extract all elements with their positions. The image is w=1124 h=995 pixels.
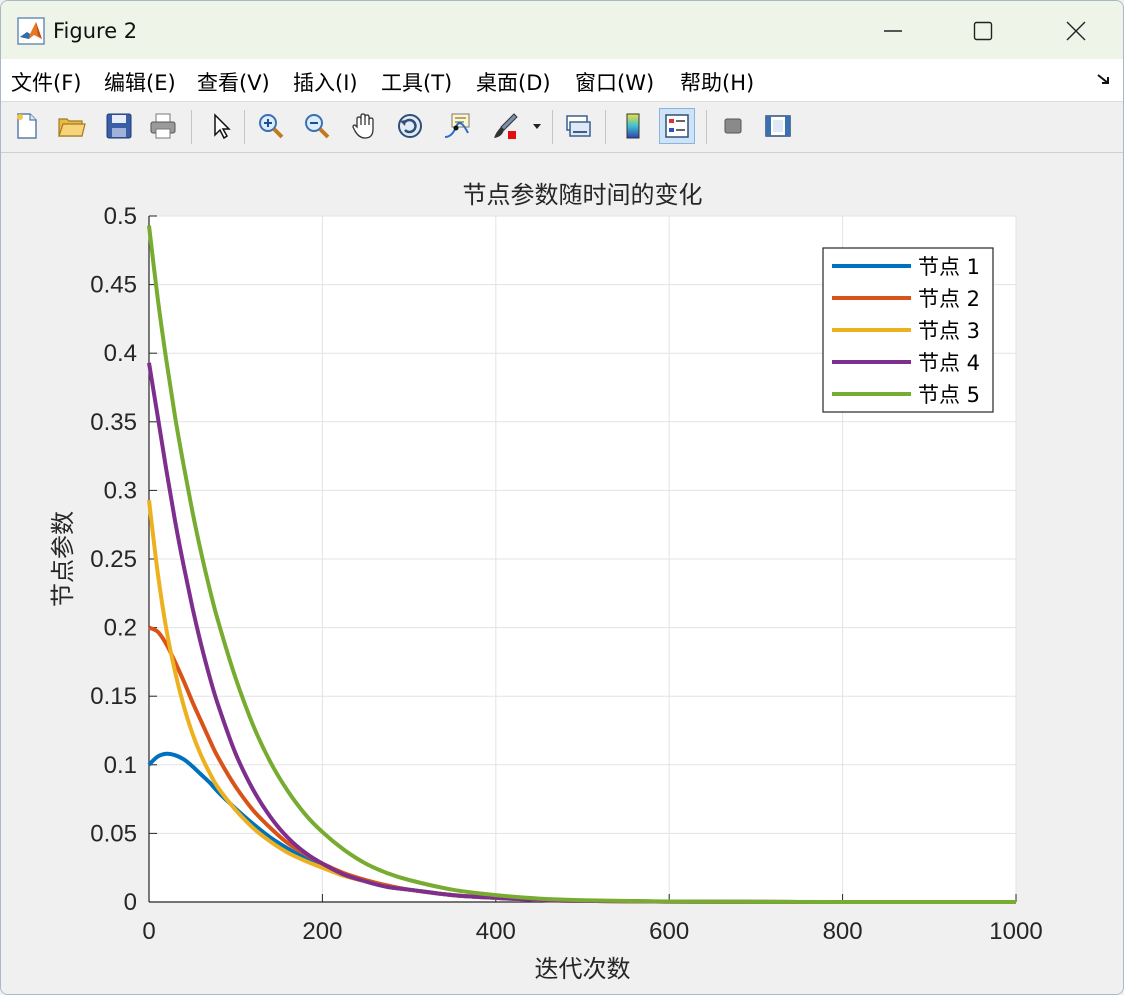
x-tick-labels: 0 200 400 600 800 1000 [142,918,1042,945]
show-plot-tools-icon [765,115,791,137]
maximize-button[interactable] [951,9,1015,53]
toolbar-separator [605,110,606,144]
close-icon [1066,21,1086,41]
menu-edit[interactable]: 编辑(E) [104,67,176,97]
new-figure-button[interactable] [9,108,45,144]
brush-icon [494,113,518,139]
line-chart[interactable]: 0 0.05 0.1 0.15 0.2 0.25 0.3 0.35 0.4 0.45 0.5 0 20… [1,153,1123,994]
open-button[interactable] [53,108,89,144]
y-tick-label: 0 [124,889,137,916]
y-tick-labels: 0 0.05 0.1 0.15 0.2 0.25 0.3 0.35 0.4 0.45 0.5 [90,203,137,916]
y-tick-label: 0.35 [90,409,137,436]
y-tick-label: 0.4 [104,340,137,367]
pan-hand-icon [352,113,374,139]
menu-insert[interactable]: 插入(I) [293,67,358,97]
link-plot-icon [566,115,591,137]
link-plot-button[interactable] [560,108,596,144]
matlab-logo-icon [17,17,45,45]
menu-help[interactable]: 帮助(H) [680,67,754,97]
x-axis-label: 迭代次数 [535,955,631,983]
y-tick-label: 0.3 [104,477,137,504]
maximize-icon [973,21,993,41]
y-axis-label: 节点参数 [49,511,77,607]
show-plot-tools-button[interactable] [760,108,796,144]
open-folder-icon [58,118,86,137]
menu-tools[interactable]: 工具(T) [381,67,452,97]
y-tick-label: 0.2 [104,615,137,642]
y-tick-label: 0.5 [104,203,137,230]
x-tick-label: 400 [476,918,516,945]
zoom-out-button[interactable] [299,108,335,144]
chart-title: 节点参数随时间的变化 [463,181,703,209]
legend-entry: 节点 3 [918,319,980,343]
print-icon [150,113,176,139]
y-tick-label: 0.15 [90,683,137,710]
menu-desktop[interactable]: 桌面(D) [476,67,551,97]
minimize-button[interactable] [861,9,925,53]
zoom-in-button[interactable] [253,108,289,144]
data-cursor-icon [444,113,470,138]
print-button[interactable] [145,108,181,144]
rotate-button[interactable] [392,108,428,144]
legend-button[interactable] [659,108,695,144]
x-tick-label: 1000 [989,918,1042,945]
toolbar-separator [706,110,707,144]
x-tick-label: 800 [823,918,863,945]
toolbar-separator [552,110,553,144]
edit-plot-button[interactable] [202,108,238,144]
toolbar-separator [191,110,192,144]
x-tick-label: 600 [649,918,689,945]
zoom-in-icon [259,114,284,139]
colorbar-button[interactable] [615,108,651,144]
y-tick-label: 0.25 [90,546,137,573]
dock-arrow-icon[interactable] [1095,71,1113,89]
legend-entry: 节点 1 [918,255,980,279]
figure-canvas: 0 0.05 0.1 0.15 0.2 0.25 0.3 0.35 0.4 0.45 0.5 0 20… [1,153,1123,994]
legend-entry: 节点 5 [918,383,980,407]
legend-entry: 节点 2 [918,287,980,311]
close-button[interactable] [1044,9,1108,53]
colorbar-icon [626,113,640,139]
data-tips-button[interactable] [439,108,475,144]
figure-toolbar [1,102,1123,153]
save-button[interactable] [101,108,137,144]
menu-bar: 文件(F) 编辑(E) 查看(V) 插入(I) 工具(T) 桌面(D) 窗口(W… [1,59,1123,102]
y-tick-label: 0.45 [90,272,137,299]
y-tick-label: 0.05 [90,820,137,847]
zoom-out-icon [305,114,330,139]
title-bar[interactable]: Figure 2 [1,1,1123,59]
menu-view[interactable]: 查看(V) [197,67,270,97]
toolbar-separator [244,110,245,144]
rotate-3d-icon [398,114,422,138]
menu-window[interactable]: 窗口(W) [575,67,654,97]
y-tick-label: 0.1 [104,752,137,779]
pan-button[interactable] [346,108,382,144]
pointer-icon [214,113,231,140]
window-title: Figure 2 [53,19,138,43]
legend[interactable]: 节点 1 节点 2 节点 3 节点 4 节点 5 [822,247,994,413]
brush-dropdown-button[interactable] [529,108,545,144]
hide-plot-tools-button[interactable] [715,108,751,144]
brush-button[interactable] [487,108,523,144]
save-icon [106,113,132,139]
menu-file[interactable]: 文件(F) [11,67,81,97]
new-figure-icon [17,113,37,139]
minimize-icon [884,30,902,32]
x-tick-label: 0 [142,918,155,945]
x-tick-label: 200 [302,918,342,945]
legend-entry: 节点 4 [918,351,980,375]
dropdown-arrow-icon [533,124,541,129]
figure-window: Figure 2 文件(F) 编辑(E) 查看(V) 插入(I) 工具(T) 桌… [0,0,1124,995]
legend-icon [665,114,689,138]
hide-plot-tools-icon [724,118,742,134]
